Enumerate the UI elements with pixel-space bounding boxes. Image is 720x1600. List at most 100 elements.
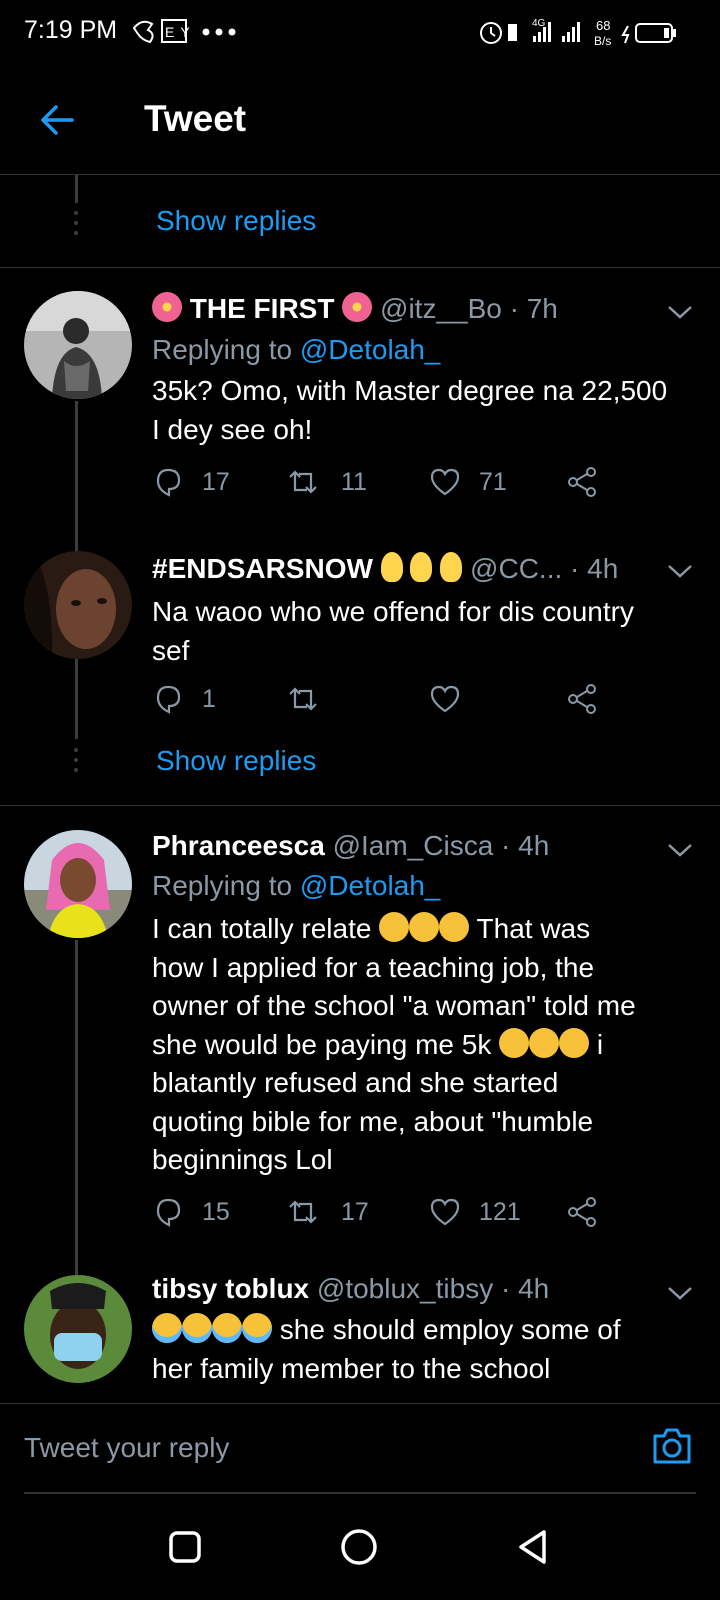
handle[interactable]: @toblux_tibsy [317,1273,493,1304]
tweet-item[interactable]: tibsy toblux @toblux_tibsy · 4h she shou… [0,1265,720,1403]
tweet-text-line: she would be paying me 5k i [152,1026,700,1065]
mention-link[interactable]: @Detolah_ [300,334,441,365]
retweet-icon [289,687,317,711]
flower-emoji [152,292,182,322]
retweet-icon [289,1200,317,1224]
tweet-text-line: 35k? Omo, with Master degree na 22,500 [152,375,668,406]
reply-button[interactable]: 17 [152,466,230,503]
conversation-thread[interactable]: Show replies THE FIRST @itz__Bo · 7h Rep… [0,175,720,1403]
display-name[interactable]: #ENDSARSNOW [152,553,373,584]
back-nav-button[interactable] [516,1528,550,1566]
retweet-count: 17 [341,1198,369,1226]
reply-input[interactable]: Tweet your reply [24,1432,229,1464]
share-button[interactable] [567,683,599,720]
replying-to: Replying to @Detolah_ [152,870,440,902]
avatar[interactable] [24,1275,132,1383]
like-count: 121 [479,1198,521,1226]
retweet-button[interactable]: 17 [287,1196,369,1233]
home-button[interactable] [340,1528,378,1566]
handle[interactable]: @CC... [470,553,562,584]
chevron-down-icon[interactable] [667,842,693,858]
display-name[interactable]: tibsy toblux [152,1273,309,1304]
replying-prefix: Replying to [152,870,293,901]
status-time: 7:19 PM [24,16,118,44]
handle[interactable]: @Iam_Cisca [333,830,494,861]
like-button[interactable] [429,683,461,720]
tweet-text-line: Na waoo who we offend for dis country [152,596,634,627]
grin-emoji [559,1027,590,1058]
avatar-photo [24,551,132,659]
show-replies-link[interactable]: Show replies [156,205,316,237]
tweet-text: 35k? Omo, with Master degree na 22,500 I… [152,372,700,449]
tweet-text-line: how I applied for a teaching job, the [152,951,595,983]
notification-icons: EY [132,19,236,44]
reply-icon [156,685,181,714]
share-button[interactable] [567,1196,599,1233]
top-app-bar: Tweet [0,64,720,175]
reply-count: 15 [202,1198,230,1226]
share-icon [568,467,596,497]
crying-laughing-emoji [242,1313,272,1343]
grin-emoji [379,912,410,942]
display-name[interactable]: Phranceesca [152,830,325,861]
timestamp: · 4h [500,1273,550,1304]
thread-line [75,940,78,1276]
grin-emoji [499,1027,530,1058]
retweet-button[interactable]: 11 [287,466,367,503]
tweet-text-line: beginnings Lol [152,1144,333,1175]
camera-button[interactable] [651,1426,693,1466]
reply-button[interactable]: 1 [152,683,216,720]
crying-laughing-emoji [212,1313,242,1343]
tweet-actions: 17 11 71 [152,466,612,506]
reply-icon [156,1198,181,1227]
status-notification-icons: EY [130,16,240,52]
reply-icon [156,468,181,497]
arrow-left-icon [41,105,74,135]
tweet-text-segment: That was [476,913,591,944]
tweet-header: THE FIRST @itz__Bo · 7h [152,292,558,325]
share-icon [568,1197,596,1227]
tweet-item[interactable]: Phranceesca @Iam_Cisca · 4h Replying to … [0,806,720,1276]
heart-icon [430,468,460,496]
tweet-header: Phranceesca @Iam_Cisca · 4h [152,830,549,862]
back-button[interactable] [38,100,78,140]
reply-button[interactable]: 15 [152,1196,230,1233]
system-status-icons: 4G 68 B/s [480,18,676,48]
like-button[interactable]: 121 [429,1196,521,1233]
tweet-text: I can totally relate That was how I appl… [152,910,700,1180]
avatar-photo [24,1275,132,1383]
tweet-text-line: owner of the school "a woman" told me [152,990,636,1021]
tweet-text-line: she should employ some of [152,1311,700,1350]
avatar-photo [24,830,132,938]
retweet-icon [289,470,317,494]
avatar[interactable] [24,291,132,399]
show-replies-link[interactable]: Show replies [156,745,316,777]
avatar[interactable] [24,830,132,938]
mention-link[interactable]: @Detolah_ [300,870,441,901]
tweet-text-line: I can totally relate That was [152,910,700,949]
display-name[interactable]: THE FIRST [190,293,335,324]
bulb-emoji [410,552,433,582]
tweet-text: she should employ some of her family mem… [152,1311,700,1388]
share-button[interactable] [567,466,599,503]
handle[interactable]: @itz__Bo [380,293,502,324]
avatar[interactable] [24,551,132,659]
system-navigation-bar [0,1498,720,1600]
bulb-emoji [380,552,403,582]
svg-text:68: 68 [596,18,610,33]
chevron-down-icon[interactable] [667,563,693,579]
chevron-down-icon[interactable] [667,304,693,320]
tweet-text: Na waoo who we offend for dis country se… [152,593,700,670]
svg-text:EY: EY [165,24,196,40]
like-button[interactable]: 71 [429,466,507,503]
tweet-item[interactable]: #ENDSARSNOW @CC... · 4h Na waoo who we o… [0,543,720,813]
share-icon [568,684,596,714]
retweet-button[interactable] [287,683,319,720]
recent-apps-button[interactable] [168,1530,202,1564]
replying-prefix: Replying to [152,334,293,365]
svg-text:B/s: B/s [594,34,611,48]
tweet-header: tibsy toblux @toblux_tibsy · 4h [152,1273,549,1305]
tweet-text-line: I dey see oh! [152,413,313,445]
chevron-down-icon[interactable] [667,1285,693,1301]
grin-emoji [439,912,470,942]
